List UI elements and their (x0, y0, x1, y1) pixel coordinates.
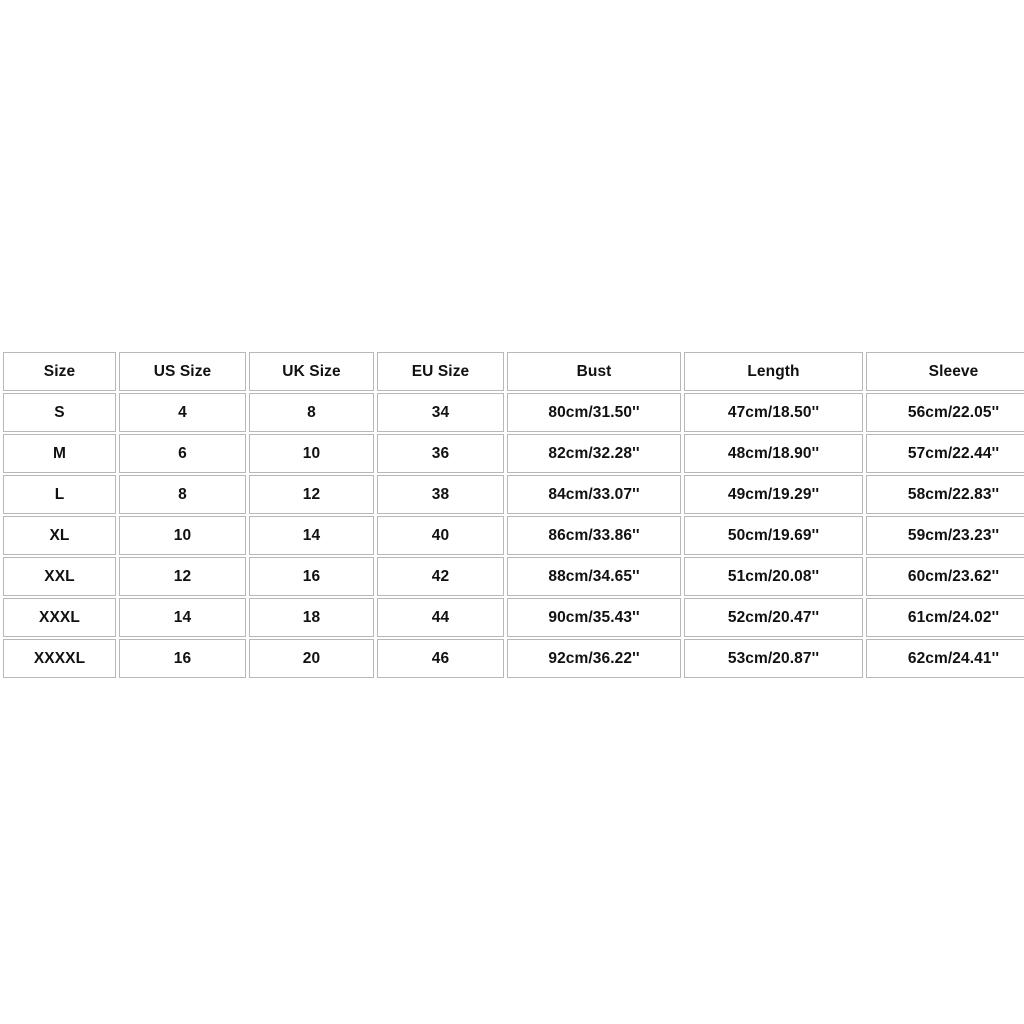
cell-us-size: 16 (119, 639, 246, 678)
cell-bust: 90cm/35.43'' (507, 598, 681, 637)
cell-us-size: 4 (119, 393, 246, 432)
size-chart-header: Size US Size UK Size EU Size Bust Length… (3, 352, 1024, 391)
cell-eu-size: 44 (377, 598, 504, 637)
cell-sleeve: 60cm/23.62'' (866, 557, 1024, 596)
cell-sleeve: 59cm/23.23'' (866, 516, 1024, 555)
cell-uk-size: 14 (249, 516, 374, 555)
cell-us-size: 14 (119, 598, 246, 637)
cell-uk-size: 16 (249, 557, 374, 596)
cell-length: 48cm/18.90'' (684, 434, 863, 473)
table-header-row: Size US Size UK Size EU Size Bust Length… (3, 352, 1024, 391)
cell-size: XXL (3, 557, 116, 596)
table-row: XXXXL 16 20 46 92cm/36.22'' 53cm/20.87''… (3, 639, 1024, 678)
column-header-length: Length (684, 352, 863, 391)
table-row: L 8 12 38 84cm/33.07'' 49cm/19.29'' 58cm… (3, 475, 1024, 514)
cell-bust: 82cm/32.28'' (507, 434, 681, 473)
cell-sleeve: 62cm/24.41'' (866, 639, 1024, 678)
cell-us-size: 8 (119, 475, 246, 514)
cell-bust: 80cm/31.50'' (507, 393, 681, 432)
column-header-size: Size (3, 352, 116, 391)
cell-length: 49cm/19.29'' (684, 475, 863, 514)
size-chart-table: Size US Size UK Size EU Size Bust Length… (0, 350, 1024, 680)
cell-eu-size: 42 (377, 557, 504, 596)
cell-sleeve: 58cm/22.83'' (866, 475, 1024, 514)
cell-us-size: 10 (119, 516, 246, 555)
cell-uk-size: 18 (249, 598, 374, 637)
cell-uk-size: 8 (249, 393, 374, 432)
cell-bust: 88cm/34.65'' (507, 557, 681, 596)
column-header-bust: Bust (507, 352, 681, 391)
table-row: XXL 12 16 42 88cm/34.65'' 51cm/20.08'' 6… (3, 557, 1024, 596)
cell-length: 47cm/18.50'' (684, 393, 863, 432)
cell-length: 51cm/20.08'' (684, 557, 863, 596)
cell-eu-size: 46 (377, 639, 504, 678)
column-header-uk-size: UK Size (249, 352, 374, 391)
cell-bust: 86cm/33.86'' (507, 516, 681, 555)
column-header-us-size: US Size (119, 352, 246, 391)
cell-length: 50cm/19.69'' (684, 516, 863, 555)
page-root: Size US Size UK Size EU Size Bust Length… (0, 0, 1024, 1024)
table-row: XL 10 14 40 86cm/33.86'' 50cm/19.69'' 59… (3, 516, 1024, 555)
cell-uk-size: 12 (249, 475, 374, 514)
cell-sleeve: 56cm/22.05'' (866, 393, 1024, 432)
cell-bust: 84cm/33.07'' (507, 475, 681, 514)
cell-uk-size: 10 (249, 434, 374, 473)
size-chart-container: Size US Size UK Size EU Size Bust Length… (0, 350, 1024, 680)
cell-eu-size: 36 (377, 434, 504, 473)
cell-size: M (3, 434, 116, 473)
size-chart-body: S 4 8 34 80cm/31.50'' 47cm/18.50'' 56cm/… (3, 393, 1024, 678)
cell-length: 53cm/20.87'' (684, 639, 863, 678)
column-header-eu-size: EU Size (377, 352, 504, 391)
cell-sleeve: 57cm/22.44'' (866, 434, 1024, 473)
cell-sleeve: 61cm/24.02'' (866, 598, 1024, 637)
cell-eu-size: 40 (377, 516, 504, 555)
cell-eu-size: 38 (377, 475, 504, 514)
cell-us-size: 6 (119, 434, 246, 473)
column-header-sleeve: Sleeve (866, 352, 1024, 391)
cell-size: XXXL (3, 598, 116, 637)
table-row: S 4 8 34 80cm/31.50'' 47cm/18.50'' 56cm/… (3, 393, 1024, 432)
cell-eu-size: 34 (377, 393, 504, 432)
cell-size: S (3, 393, 116, 432)
cell-size: XL (3, 516, 116, 555)
table-row: XXXL 14 18 44 90cm/35.43'' 52cm/20.47'' … (3, 598, 1024, 637)
cell-size: XXXXL (3, 639, 116, 678)
cell-size: L (3, 475, 116, 514)
cell-bust: 92cm/36.22'' (507, 639, 681, 678)
table-row: M 6 10 36 82cm/32.28'' 48cm/18.90'' 57cm… (3, 434, 1024, 473)
cell-length: 52cm/20.47'' (684, 598, 863, 637)
cell-uk-size: 20 (249, 639, 374, 678)
cell-us-size: 12 (119, 557, 246, 596)
